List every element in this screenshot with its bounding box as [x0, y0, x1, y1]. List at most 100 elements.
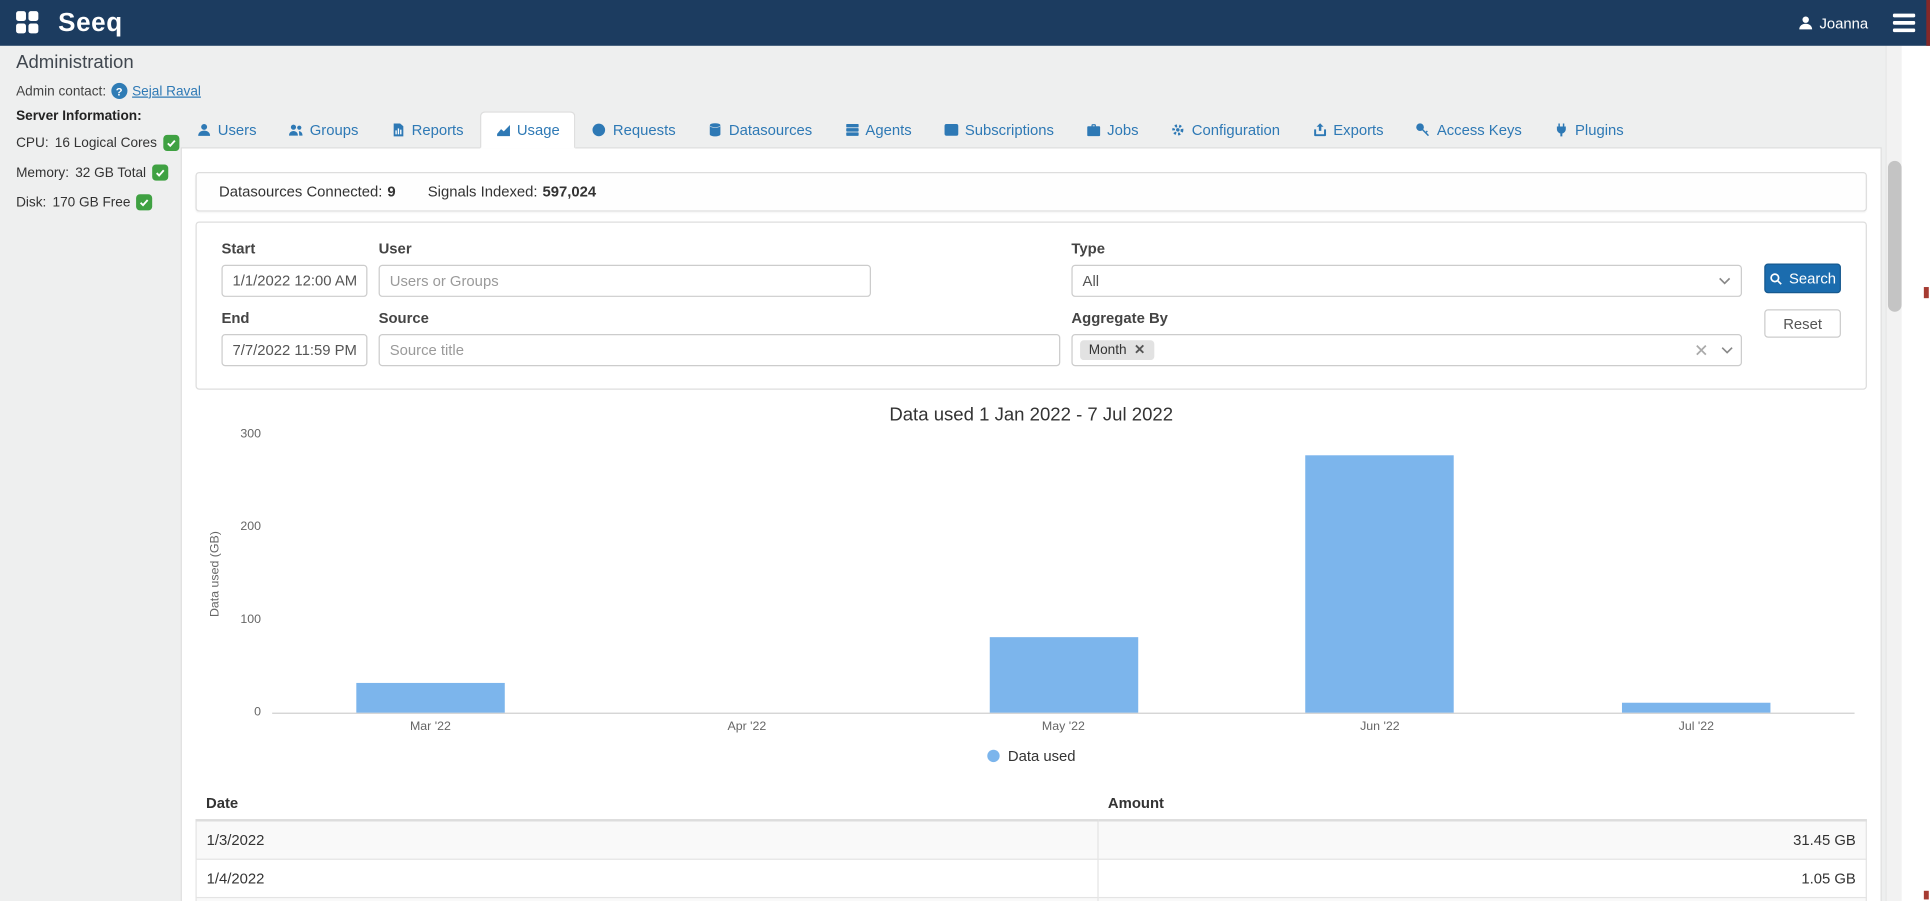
apps-grid-icon[interactable] — [16, 11, 40, 35]
chevron-down-icon — [1721, 346, 1733, 353]
tab-label: Groups — [310, 121, 359, 138]
chart-legend[interactable]: Data used — [195, 747, 1866, 764]
chart-bar[interactable] — [989, 637, 1137, 713]
aggregate-field: Aggregate By Month ✕ ✕ — [1071, 309, 1742, 366]
end-field: End — [221, 309, 378, 366]
key-icon — [1416, 122, 1431, 137]
chart-plot: Data used (GB) 0100200300Mar '22Apr '22M… — [272, 435, 1854, 713]
table-row[interactable]: 1/3/2022 31.45 GB — [196, 820, 1866, 859]
export-icon — [1312, 122, 1327, 137]
tab-datasources[interactable]: Datasources — [692, 111, 829, 148]
remove-tag-icon[interactable]: ✕ — [1134, 343, 1145, 357]
user-avatar-icon — [1797, 15, 1813, 31]
amount-cell — [1098, 898, 1866, 901]
table-row-partial[interactable] — [196, 898, 1866, 901]
datasources-connected-label: Datasources Connected: — [219, 183, 382, 200]
users-group-icon — [289, 122, 304, 137]
source-input[interactable] — [379, 334, 1061, 366]
tab-label: Plugins — [1575, 121, 1624, 138]
end-label: End — [221, 309, 378, 326]
tab-label: Requests — [613, 121, 676, 138]
briefcase-icon — [1086, 122, 1101, 137]
tab-label: Configuration — [1192, 121, 1280, 138]
y-axis-tick-label: 0 — [254, 706, 261, 720]
memory-value: 32 GB Total — [75, 165, 146, 180]
right-gutter — [1902, 46, 1930, 901]
reset-button[interactable]: Reset — [1764, 309, 1841, 337]
usage-data-table: Date Amount 1/3/2022 31.45 GB 1/4/2022 1… — [195, 787, 1866, 901]
type-field: Type All — [1071, 240, 1742, 297]
cpu-value: 16 Logical Cores — [55, 135, 157, 150]
disk-label: Disk: — [16, 195, 46, 210]
source-label: Source — [379, 309, 1072, 326]
user-input[interactable] — [379, 265, 871, 297]
tab-users[interactable]: Users — [181, 111, 273, 148]
tab-label: Datasources — [729, 121, 812, 138]
user-menu[interactable]: Joanna — [1797, 14, 1868, 31]
source-field: Source — [379, 309, 1072, 366]
tab-configuration[interactable]: Configuration — [1155, 111, 1297, 148]
tab-requests[interactable]: Requests — [576, 111, 692, 148]
user-name: Joanna — [1819, 14, 1868, 31]
page-scrollbar-thumb[interactable] — [1888, 161, 1902, 312]
amount-cell: 31.45 GB — [1098, 820, 1866, 859]
chart-bar[interactable] — [1622, 703, 1770, 713]
disk-value: 170 GB Free — [53, 195, 131, 210]
server-info-row-cpu: CPU: 16 Logical Cores — [16, 135, 187, 151]
page-scrollbar-track[interactable] — [1885, 46, 1901, 901]
server-information: Server Information: CPU: 16 Logical Core… — [16, 109, 187, 224]
subscription-list-icon — [944, 122, 959, 137]
help-question-icon[interactable]: ? — [111, 83, 127, 99]
chart-bar[interactable] — [356, 683, 504, 713]
tab-usage[interactable]: Usage — [480, 111, 576, 148]
seeq-logo[interactable]: Seeq — [58, 8, 123, 38]
admin-contact-link[interactable]: Sejal Raval — [132, 84, 201, 99]
clock-icon — [592, 122, 607, 137]
page-header: Administration Admin contact: ? Sejal Ra… — [16, 52, 301, 99]
date-cell — [196, 898, 1098, 901]
usage-tab-panel: Datasources Connected: 9 Signals Indexed:… — [181, 147, 1882, 901]
tab-access-keys[interactable]: Access Keys — [1400, 111, 1538, 148]
tab-label: Subscriptions — [965, 121, 1054, 138]
type-select[interactable]: All — [1071, 265, 1742, 297]
start-input[interactable] — [221, 265, 367, 297]
tab-label: Usage — [517, 121, 560, 138]
date-cell: 1/4/2022 — [196, 859, 1098, 897]
date-cell: 1/3/2022 — [196, 820, 1098, 859]
administration-page: Seeq Joanna Administration Admin contact… — [0, 0, 1930, 901]
signals-indexed: Signals Indexed:597,024 — [428, 183, 596, 200]
datasources-connected-value: 9 — [387, 183, 395, 200]
start-field: Start — [221, 240, 378, 297]
plug-icon — [1554, 122, 1569, 137]
tab-exports[interactable]: Exports — [1296, 111, 1400, 148]
tab-agents[interactable]: Agents — [828, 111, 927, 148]
tab-jobs[interactable]: Jobs — [1070, 111, 1155, 148]
check-icon — [137, 194, 153, 210]
hamburger-menu-icon[interactable] — [1890, 11, 1917, 35]
clear-selection-icon[interactable]: ✕ — [1694, 341, 1709, 358]
end-input[interactable] — [221, 334, 367, 366]
table-row[interactable]: 1/4/2022 1.05 GB — [196, 859, 1866, 897]
admin-main: Users Groups Reports Usage Requests Data… — [181, 111, 1882, 901]
tab-subscriptions[interactable]: Subscriptions — [928, 111, 1070, 148]
search-button[interactable]: Search — [1764, 264, 1841, 294]
user-label: User — [379, 240, 1072, 257]
tab-plugins[interactable]: Plugins — [1538, 111, 1640, 148]
admin-tabs: Users Groups Reports Usage Requests Data… — [181, 111, 1882, 147]
tab-label: Agents — [865, 121, 911, 138]
user-field: User — [379, 240, 1072, 297]
aggregate-by-select[interactable]: Month ✕ ✕ — [1071, 334, 1742, 366]
amount-cell: 1.05 GB — [1098, 859, 1866, 897]
server-info-row-disk: Disk: 170 GB Free — [16, 194, 187, 210]
x-axis-tick-label: Mar '22 — [410, 720, 451, 734]
tab-groups[interactable]: Groups — [273, 111, 375, 148]
chart-bar[interactable] — [1306, 456, 1454, 713]
usage-filter-panel: Start User Type All — [195, 221, 1866, 389]
top-navbar: Seeq Joanna — [0, 0, 1930, 46]
scroll-marker — [1924, 287, 1929, 298]
legend-marker — [987, 750, 999, 762]
check-icon — [163, 135, 179, 151]
report-document-icon — [391, 122, 406, 137]
server-info-row-memory: Memory: 32 GB Total — [16, 165, 187, 181]
tab-reports[interactable]: Reports — [375, 111, 480, 148]
